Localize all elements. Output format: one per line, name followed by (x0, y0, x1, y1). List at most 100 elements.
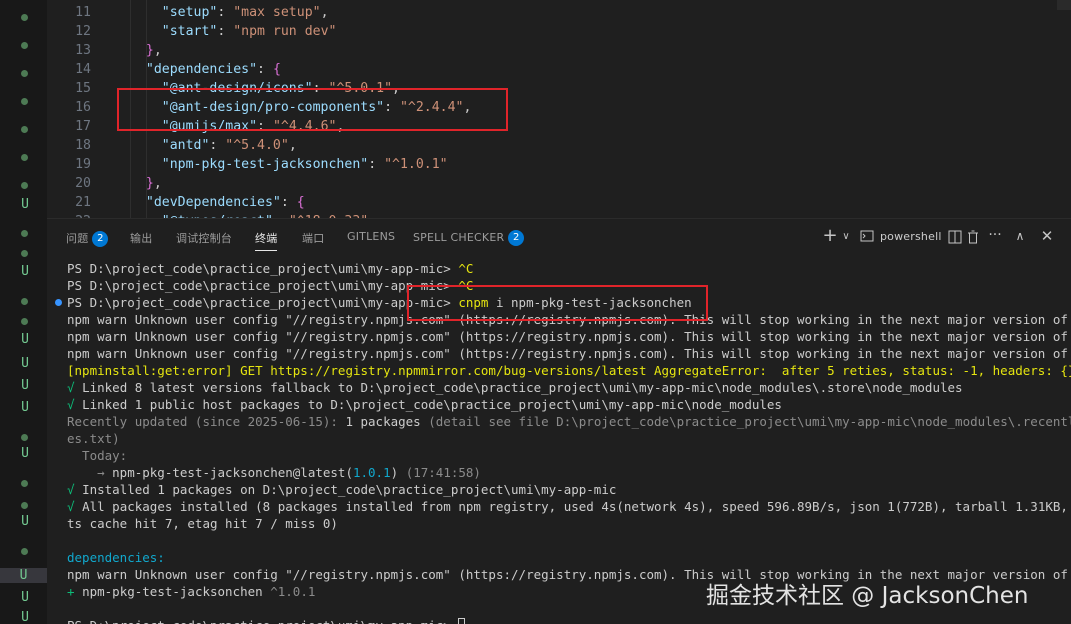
terminal-line: Recently updated (since 2025-06-15): 1 p… (67, 413, 1071, 430)
line-number: 18 (75, 138, 91, 153)
highlight-box (407, 285, 708, 321)
terminal-line: PS D:\project_code\practice_project\umi\… (67, 260, 473, 277)
terminal-line: √ All packages installed (8 packages ins… (67, 498, 1071, 515)
terminal-line: dependencies: (67, 549, 165, 566)
tab-label: 终端 (255, 232, 278, 245)
untracked-u-icon[interactable]: U (0, 568, 47, 583)
terminal-text: √ (67, 380, 83, 395)
command-decoration-icon[interactable] (55, 299, 62, 306)
change-dot-icon (21, 154, 28, 161)
untracked-u-icon: U (21, 446, 29, 461)
code-token: , (153, 176, 162, 191)
terminal-text: npm-pkg-test-jacksonchen (82, 584, 271, 599)
line-number: 21 (75, 195, 91, 210)
terminal-line: √ Linked 8 latest versions fallback to D… (67, 379, 963, 396)
code-token: "antd" (161, 138, 210, 153)
terminal-text: PS D:\project_code\practice_project\umi\… (67, 278, 459, 293)
tab-label: GITLENS (347, 230, 396, 243)
terminal-text: √ (67, 482, 83, 497)
tab-label: 端口 (302, 232, 325, 245)
terminal-text: ts cache hit 7, etag hit 7 / miss 0) (67, 516, 338, 531)
tab-label: 问题 (66, 232, 89, 245)
tab-label: 输出 (130, 232, 153, 245)
terminal-text: ) (390, 465, 406, 480)
code-token: "setup" (161, 5, 218, 20)
terminal-text: Linked 8 latest versions fallback to D:\… (82, 380, 963, 395)
code-text: "npm-pkg-test-jacksonchen": "^1.0.1" (130, 155, 448, 174)
code-text: }, (130, 174, 162, 193)
terminal-text: [npminstall:get:error] GET https://regis… (67, 363, 1071, 378)
terminal-text: 1.0.1 (352, 465, 391, 480)
change-dot-icon (21, 298, 28, 305)
untracked-u-icon: U (21, 356, 29, 371)
untracked-u-icon: U (21, 332, 29, 347)
trash-icon[interactable] (965, 230, 981, 248)
terminal-text: Linked 1 public host packages to D:\proj… (82, 397, 782, 412)
line-number: 20 (75, 176, 91, 191)
code-token: : (257, 62, 273, 77)
code-token: : (368, 157, 385, 172)
code-token: } (145, 43, 154, 58)
line-number: 16 (75, 100, 91, 115)
terminal-text: PS D:\project_code\practice_project\umi\… (67, 618, 458, 624)
change-dot-icon (21, 70, 28, 77)
change-dot-icon (21, 548, 28, 555)
change-dot-icon (21, 230, 28, 237)
code-text: "start": "npm run dev" (130, 22, 337, 41)
terminal-text: → (67, 465, 113, 480)
terminal-text: dependencies: (67, 550, 165, 565)
untracked-u-icon: U (21, 197, 29, 212)
change-dot-icon (21, 434, 28, 441)
plus-icon[interactable]: + (822, 225, 838, 246)
code-token: , (320, 5, 329, 20)
terminal-text: Installed 1 packages on D:\project_code\… (82, 482, 617, 497)
split-terminal-icon[interactable] (947, 230, 963, 248)
terminal-cursor (458, 618, 466, 624)
tab-gitlens[interactable]: GITLENS (347, 230, 395, 243)
terminal-text: √ (67, 397, 83, 412)
code-text: "devDependencies": { (130, 193, 305, 212)
tab-terminal[interactable]: 终端 (255, 230, 278, 251)
chevron-up-icon[interactable]: ∧ (1012, 229, 1028, 247)
code-token: "devDependencies" (145, 195, 281, 210)
untracked-u-icon: U (21, 378, 29, 393)
terminal-text: 1 packages (345, 414, 429, 429)
terminal-text: Recently updated (since 2025-06-15): (67, 414, 346, 429)
code-token: "start" (161, 24, 218, 39)
change-dot-icon (21, 318, 28, 325)
code-text: "antd": "^5.4.0", (130, 136, 297, 155)
code-token: "^5.4.0" (225, 138, 289, 153)
code-token: "npm run dev" (233, 24, 337, 39)
terminal-name[interactable]: powershell (880, 230, 942, 243)
editor-scrollbar-thumb[interactable] (1057, 0, 1071, 10)
code-token: { (296, 195, 305, 210)
terminal-text: ^1.0.1 (270, 584, 316, 599)
tab-output[interactable]: 输出 (130, 230, 152, 246)
untracked-u-icon: U (21, 514, 29, 529)
terminal-text: PS D:\project_code\practice_project\umi\… (67, 261, 459, 276)
tab-label: SPELL CHECKER (413, 231, 505, 244)
ellipsis-icon[interactable]: ··· (987, 227, 1003, 245)
code-token: "^1.0.1" (384, 157, 448, 172)
tab-problems[interactable]: 问题 2 (66, 230, 109, 247)
tab-spell-checker[interactable]: SPELL CHECKER 2 (413, 230, 525, 246)
terminal-line: PS D:\project_code\practice_project\umi\… (67, 617, 466, 624)
tab-ports[interactable]: 端口 (302, 230, 324, 246)
watermark: 掘金技术社区 @ JacksonChen (706, 583, 1029, 609)
close-icon[interactable]: ✕ (1039, 227, 1055, 245)
panel-tab-bar: 问题 2 输出 调试控制台 终端 端口 GITLENS SPELL CHECKER… (47, 219, 1071, 257)
chevron-down-icon[interactable]: ∨ (840, 231, 852, 249)
code-token: : (217, 24, 234, 39)
terminal-text: npm warn Unknown user config "//registry… (67, 329, 1071, 344)
spell-checker-count-badge: 2 (508, 230, 525, 246)
tab-debug-console[interactable]: 调试控制台 (176, 230, 232, 246)
terminal-text: + (67, 584, 83, 599)
code-text: }, (130, 41, 162, 60)
terminal-text: √ (67, 499, 83, 514)
terminal-line: √ Linked 1 public host packages to D:\pr… (67, 396, 782, 413)
change-dot-icon (21, 98, 28, 105)
terminal-text: ^C (458, 261, 474, 276)
